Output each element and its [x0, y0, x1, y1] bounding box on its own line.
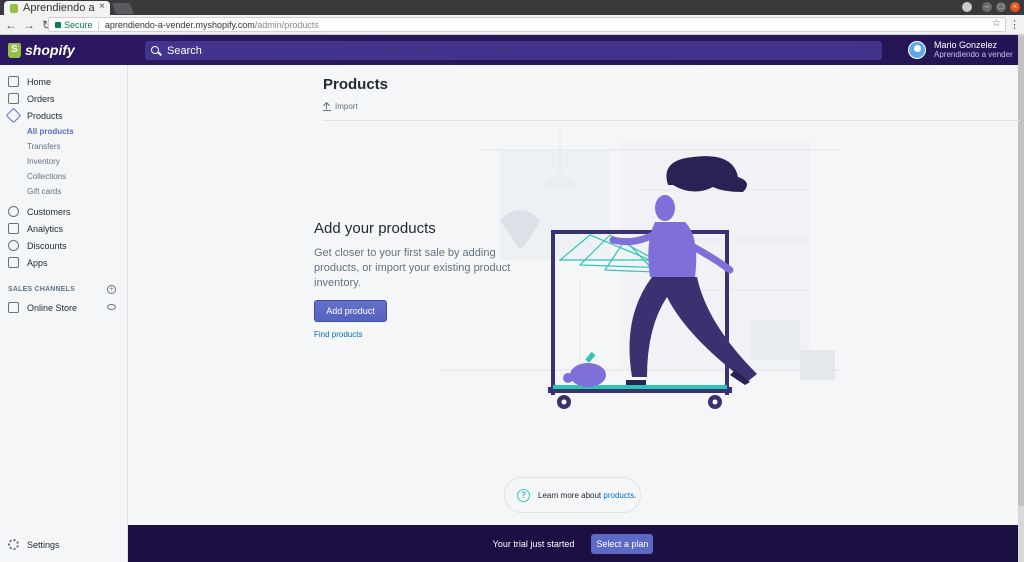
secure-label: Secure — [64, 19, 93, 30]
sidebar-subitem-all-products[interactable]: All products — [27, 127, 74, 136]
select-plan-button[interactable]: Select a plan — [591, 533, 654, 554]
discount-icon — [8, 240, 19, 251]
browser-toolbar: ← → ↻ Secure | aprendiendo-a-vender.mysh… — [0, 15, 1024, 35]
minimize-button[interactable]: – — [982, 2, 992, 12]
sidebar-item-home[interactable]: Home — [8, 76, 51, 87]
browser-tab[interactable]: Aprendiendo a × — [4, 1, 110, 15]
bar-chart-icon — [8, 223, 19, 234]
user-name: Mario Gonzelez — [934, 40, 998, 50]
user-menu[interactable]: Mario Gonzelez Aprendiendo a vender — [908, 40, 1013, 60]
close-window-button[interactable]: × — [1010, 2, 1020, 12]
page-title: Products — [323, 76, 389, 93]
search-placeholder: Search — [167, 44, 202, 57]
maximize-button[interactable]: □ — [996, 2, 1006, 12]
window-controls: – □ × — [962, 2, 1020, 12]
learn-more-text: Learn more about products. — [538, 491, 636, 500]
shopify-logo[interactable]: shopify — [8, 42, 75, 58]
browser-tabstrip: Aprendiendo a × – □ × — [0, 0, 1024, 15]
search-icon — [151, 45, 161, 56]
sidebar-item-label: Customers — [27, 206, 71, 217]
add-channel-icon[interactable]: + — [107, 285, 116, 294]
find-products-link[interactable]: Find products — [314, 330, 362, 339]
top-bar: shopify Search Mario Gonzelez Aprendiend… — [0, 35, 1024, 65]
settings-label: Settings — [27, 539, 60, 550]
tab-close-icon[interactable]: × — [99, 1, 105, 12]
bookmark-star-icon[interactable]: ☆ — [992, 18, 1001, 29]
apps-icon — [8, 257, 19, 268]
sales-channels-heading: SALES CHANNELS — [8, 286, 75, 293]
user-store: Aprendiendo a vender — [934, 50, 1013, 59]
lock-icon — [55, 21, 61, 28]
header-divider — [323, 120, 1020, 121]
address-bar[interactable]: Secure | aprendiendo-a-vender.myshopify.… — [48, 17, 1006, 32]
help-question-icon: ? — [517, 488, 530, 502]
view-store-eye-icon[interactable] — [107, 304, 116, 310]
sidebar-item-settings[interactable]: Settings — [8, 539, 60, 550]
shopify-bag-icon — [8, 42, 21, 58]
sidebar-subitem-inventory[interactable]: Inventory — [27, 157, 60, 166]
import-button[interactable]: Import — [323, 102, 358, 111]
gear-icon — [8, 539, 19, 550]
empty-state-title: Add your products — [314, 220, 436, 237]
url-separator: | — [97, 19, 100, 30]
orders-icon — [8, 93, 19, 104]
sidebar-item-label: Analytics — [27, 223, 64, 234]
sidebar-item-discounts[interactable]: Discounts — [8, 240, 67, 251]
trial-message: Your trial just started — [492, 538, 575, 549]
url-host: aprendiendo-a-vender.myshopify.com — [104, 19, 255, 30]
home-icon — [8, 76, 19, 87]
sidebar-item-orders[interactable]: Orders — [8, 93, 55, 104]
sidebar-item-analytics[interactable]: Analytics — [8, 223, 63, 234]
avatar — [908, 41, 926, 59]
learn-more-prefix: Learn more about — [538, 490, 602, 500]
learn-more-products-link[interactable]: products — [603, 491, 634, 500]
sidebar-item-label: Apps — [27, 257, 48, 268]
sidebar-subitem-transfers[interactable]: Transfers — [27, 142, 61, 151]
back-icon[interactable]: ← — [4, 18, 18, 32]
woman-pushing-cart-illustration — [440, 130, 840, 409]
logo-text: shopify — [25, 42, 75, 58]
url-path: /admin/products — [254, 19, 319, 30]
sidebar-item-label: Home — [27, 76, 52, 87]
sidebar-item-label: Discounts — [27, 240, 67, 251]
sidebar-item-label: Orders — [27, 93, 55, 104]
sidebar-item-label: Online Store — [27, 302, 78, 313]
browser-menu-icon[interactable]: ⋮ — [1009, 18, 1020, 31]
shopify-favicon-icon — [10, 3, 18, 13]
learn-more-callout: ? Learn more about products. — [504, 477, 641, 513]
tag-icon — [5, 107, 22, 124]
new-tab-button[interactable] — [111, 3, 135, 14]
sidebar-subitem-collections[interactable]: Collections — [27, 172, 66, 181]
sidebar: Home Orders Products All products Transf… — [0, 65, 128, 562]
forward-icon[interactable]: → — [22, 18, 36, 32]
tab-title: Aprendiendo a — [23, 2, 95, 14]
add-product-button[interactable]: Add product — [314, 300, 387, 322]
sidebar-item-customers[interactable]: Customers — [8, 206, 71, 217]
sidebar-item-online-store[interactable]: Online Store — [8, 302, 77, 313]
sidebar-subitem-gift-cards[interactable]: Gift cards — [27, 187, 61, 196]
learn-more-suffix: . — [634, 490, 637, 500]
sidebar-item-apps[interactable]: Apps — [8, 257, 48, 268]
sidebar-item-label: Products — [27, 110, 63, 121]
search-input[interactable]: Search — [145, 41, 882, 60]
import-label: Import — [335, 102, 358, 111]
person-icon — [8, 206, 19, 217]
scrollbar-thumb[interactable] — [1018, 36, 1024, 506]
sidebar-item-products[interactable]: Products — [5, 107, 63, 124]
trial-banner: Your trial just started Select a plan — [128, 525, 1018, 562]
account-icon[interactable] — [962, 2, 972, 12]
upload-icon — [323, 102, 331, 111]
store-icon — [8, 302, 19, 313]
